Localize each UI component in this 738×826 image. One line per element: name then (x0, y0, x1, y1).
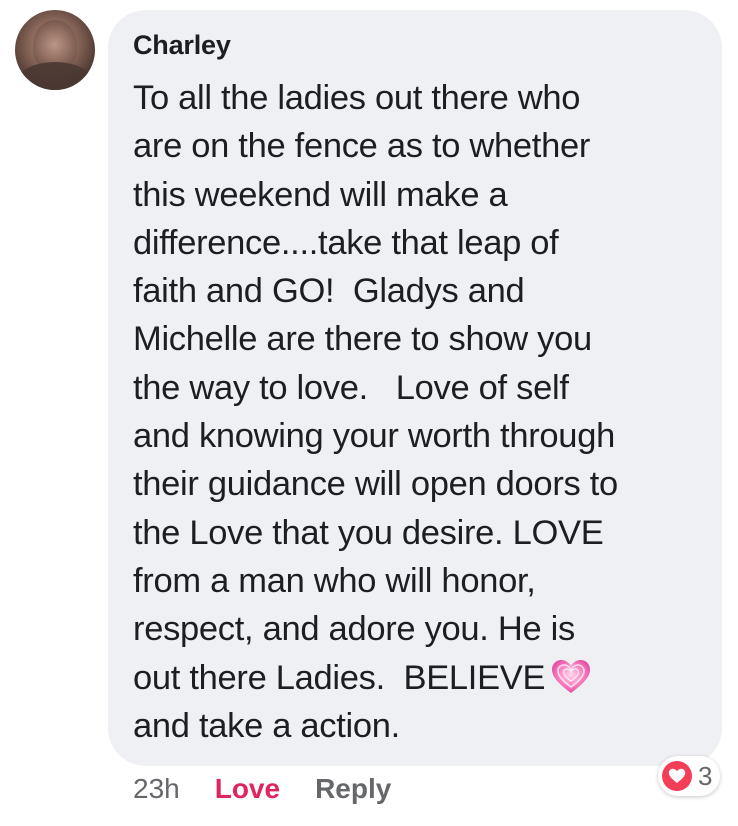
reaction-summary-badge[interactable]: 3 (658, 756, 721, 796)
comment-line: Michelle are there to show you (133, 320, 592, 359)
comment-line: from a man who will honor, (133, 561, 536, 600)
comment-line: their guidance will open doors to (133, 465, 618, 504)
pink-heart-emoji-icon (551, 659, 591, 695)
comment: Charley To all the ladies out there who … (0, 0, 738, 826)
comment-line: out there Ladies. BELIEVE (133, 658, 546, 697)
love-reaction-button[interactable]: Love (215, 773, 280, 804)
comment-actions: 23h Love Reply (133, 773, 391, 805)
comment-timestamp[interactable]: 23h (133, 773, 180, 804)
comment-line-with-emoji: out there Ladies. BELIEVE (133, 654, 713, 702)
love-reaction-icon (662, 761, 692, 791)
avatar[interactable] (15, 10, 95, 90)
reply-button[interactable]: Reply (315, 773, 391, 804)
reaction-count: 3 (698, 760, 713, 791)
comment-text: To all the ladies out there who are on t… (133, 74, 713, 750)
comment-line: faith and GO! Gladys and (133, 272, 525, 311)
comment-author[interactable]: Charley (133, 30, 231, 61)
comment-line: To all the ladies out there who (133, 79, 581, 117)
comment-line: difference....take that leap of (133, 223, 559, 262)
comment-line: are on the fence as to whether (133, 127, 591, 166)
comment-line: respect, and adore you. He is (133, 610, 575, 649)
comment-line: this weekend will make a (133, 175, 508, 214)
comment-line: the way to love. Love of self (133, 368, 569, 407)
comment-line: and take a action. (133, 706, 400, 745)
comment-line: the Love that you desire. LOVE (133, 513, 604, 552)
comment-line: and knowing your worth through (133, 417, 615, 456)
avatar-photo-shoulders (17, 62, 93, 90)
